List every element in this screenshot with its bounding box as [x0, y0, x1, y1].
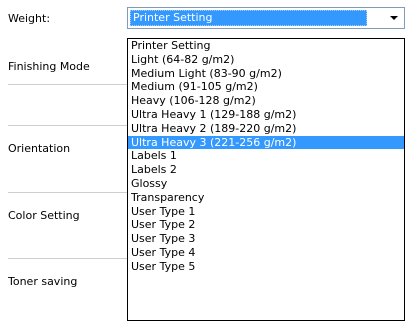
weight-option[interactable]: Heavy (106-128 g/m2) [128, 94, 404, 108]
chevron-down-icon [390, 16, 398, 20]
weight-option[interactable]: Labels 2 [128, 163, 404, 177]
weight-option[interactable]: Ultra Heavy 1 (129-188 g/m2) [128, 108, 404, 122]
weight-dropdown-list[interactable]: Printer Setting Light (64-82 g/m2) Medium … [127, 38, 405, 321]
orientation-label: Orientation [8, 142, 71, 155]
dropdown-button[interactable] [385, 9, 403, 27]
weight-option[interactable]: Medium (91-105 g/m2) [128, 80, 404, 94]
color-setting-label: Color Setting [8, 209, 80, 222]
divider [8, 258, 128, 259]
weight-option[interactable]: Transparency [128, 191, 404, 205]
weight-option[interactable]: User Type 3 [128, 232, 404, 246]
weight-option[interactable]: Printer Setting [128, 39, 404, 53]
weight-option[interactable]: User Type 2 [128, 218, 404, 232]
weight-option[interactable]: Ultra Heavy 2 (189-220 g/m2) [128, 122, 404, 136]
weight-option[interactable]: Medium Light (83-90 g/m2) [128, 67, 404, 81]
divider [8, 125, 128, 126]
weight-option[interactable]: User Type 5 [128, 260, 404, 274]
weight-option[interactable]: Light (64-82 g/m2) [128, 53, 404, 67]
weight-option[interactable]: User Type 1 [128, 205, 404, 219]
weight-option[interactable]: User Type 4 [128, 246, 404, 260]
weight-select[interactable]: Printer Setting [127, 7, 405, 29]
toner-saving-label: Toner saving [8, 275, 78, 288]
divider [8, 192, 128, 193]
weight-select-value: Printer Setting [130, 10, 367, 26]
weight-option[interactable]: Ultra Heavy 3 (221-256 g/m2) [128, 135, 404, 150]
divider [8, 84, 128, 85]
weight-option[interactable]: Glossy [128, 177, 404, 191]
print-settings-panel: Weight: Finishing Mode Orientation Color… [0, 0, 416, 322]
finishing-mode-label: Finishing Mode [8, 60, 90, 73]
weight-label: Weight: [8, 12, 51, 25]
weight-option[interactable]: Labels 1 [128, 149, 404, 163]
